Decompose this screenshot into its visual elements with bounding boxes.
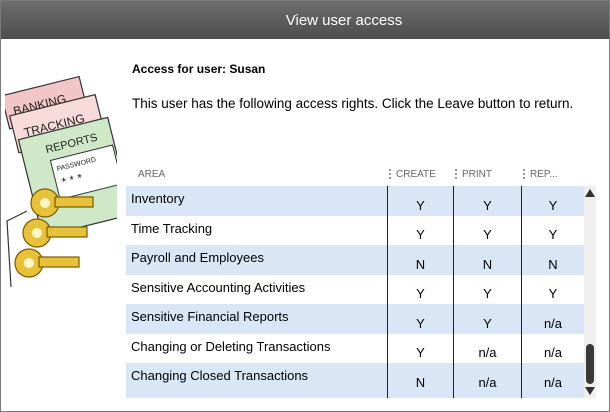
area-cell: Sensitive Financial Reports bbox=[126, 304, 388, 334]
print-cell: n/a bbox=[454, 363, 522, 393]
column-resize-handle[interactable] bbox=[389, 169, 391, 179]
column-header-print[interactable]: PRINT bbox=[454, 163, 522, 185]
view-user-access-window: View user access BANKING TRACKING REPORT… bbox=[0, 0, 610, 412]
spacer-cell bbox=[454, 392, 522, 398]
vertical-scrollbar[interactable] bbox=[584, 186, 596, 398]
area-cell: Changing or Deleting Transactions bbox=[126, 333, 388, 363]
table-row-spacer bbox=[126, 392, 584, 398]
reports-cell: Y bbox=[548, 227, 558, 242]
create-cell: Y bbox=[388, 333, 454, 363]
reports-cell: N bbox=[548, 256, 558, 272]
column-resize-handle[interactable] bbox=[455, 169, 457, 179]
column-header-area[interactable]: AREA bbox=[126, 163, 388, 185]
area-cell: Time Tracking bbox=[126, 215, 388, 245]
print-cell: N bbox=[454, 245, 522, 275]
spacer-cell bbox=[522, 393, 584, 398]
table-row[interactable]: Sensitive Financial Reports Y Y n/a bbox=[126, 304, 584, 334]
create-cell: Y bbox=[388, 304, 454, 334]
scrollbar-thumb[interactable] bbox=[586, 344, 594, 384]
area-cell: Payroll and Employees bbox=[126, 245, 388, 275]
reports-cell: n/a bbox=[543, 345, 563, 360]
area-cell: Changing Closed Transactions bbox=[126, 363, 388, 393]
print-cell: Y bbox=[454, 274, 522, 304]
spacer-cell bbox=[388, 392, 454, 398]
table-body: Inventory Y Y Y Time Tracking Y Y Y Payr… bbox=[126, 186, 584, 398]
access-description: This user has the following access right… bbox=[132, 96, 574, 111]
area-cell: Sensitive Accounting Activities bbox=[126, 274, 388, 304]
scroll-up-arrow-icon[interactable] bbox=[585, 189, 595, 197]
column-resize-handle[interactable] bbox=[523, 169, 525, 179]
accounting-folders-with-keys-icon: BANKING TRACKING REPORTS PASSWORD * * * bbox=[5, 75, 117, 288]
reports-cell: Y bbox=[548, 197, 558, 213]
spacer-cell bbox=[126, 392, 388, 398]
reports-cell: n/a bbox=[543, 374, 563, 390]
create-cell: N bbox=[388, 245, 454, 275]
print-cell: Y bbox=[454, 304, 522, 334]
window-title: View user access bbox=[285, 11, 403, 29]
table-row[interactable]: Sensitive Accounting Activities Y Y Y bbox=[126, 274, 584, 304]
print-cell: n/a bbox=[454, 333, 522, 363]
create-cell: Y bbox=[388, 215, 454, 245]
column-header-reports[interactable]: REP... bbox=[522, 163, 582, 185]
table-row[interactable]: Time Tracking Y Y Y bbox=[126, 215, 584, 245]
scroll-down-arrow-icon[interactable] bbox=[585, 387, 595, 395]
create-cell: Y bbox=[388, 186, 454, 216]
table-row[interactable]: Inventory Y Y Y bbox=[126, 186, 584, 216]
print-cell: Y bbox=[454, 186, 522, 216]
print-cell: Y bbox=[454, 215, 522, 245]
reports-cell: Y bbox=[548, 286, 558, 301]
reports-cell: n/a bbox=[543, 315, 563, 331]
column-header-create[interactable]: CREATE bbox=[388, 163, 454, 185]
table-row[interactable]: Payroll and Employees N N N bbox=[126, 245, 584, 275]
table-row[interactable]: Changing or Deleting Transactions Y n/a … bbox=[126, 333, 584, 363]
access-heading: Access for user: Susan bbox=[132, 62, 266, 76]
area-cell: Inventory bbox=[126, 186, 388, 216]
title-bar: View user access bbox=[1, 1, 609, 39]
create-cell: N bbox=[388, 363, 454, 393]
access-table: AREA CREATE PRINT REP... Inventory Y Y Y… bbox=[126, 163, 596, 399]
table-row[interactable]: Changing Closed Transactions N n/a n/a bbox=[126, 363, 584, 393]
create-cell: Y bbox=[388, 274, 454, 304]
table-header: AREA CREATE PRINT REP... bbox=[126, 163, 596, 185]
